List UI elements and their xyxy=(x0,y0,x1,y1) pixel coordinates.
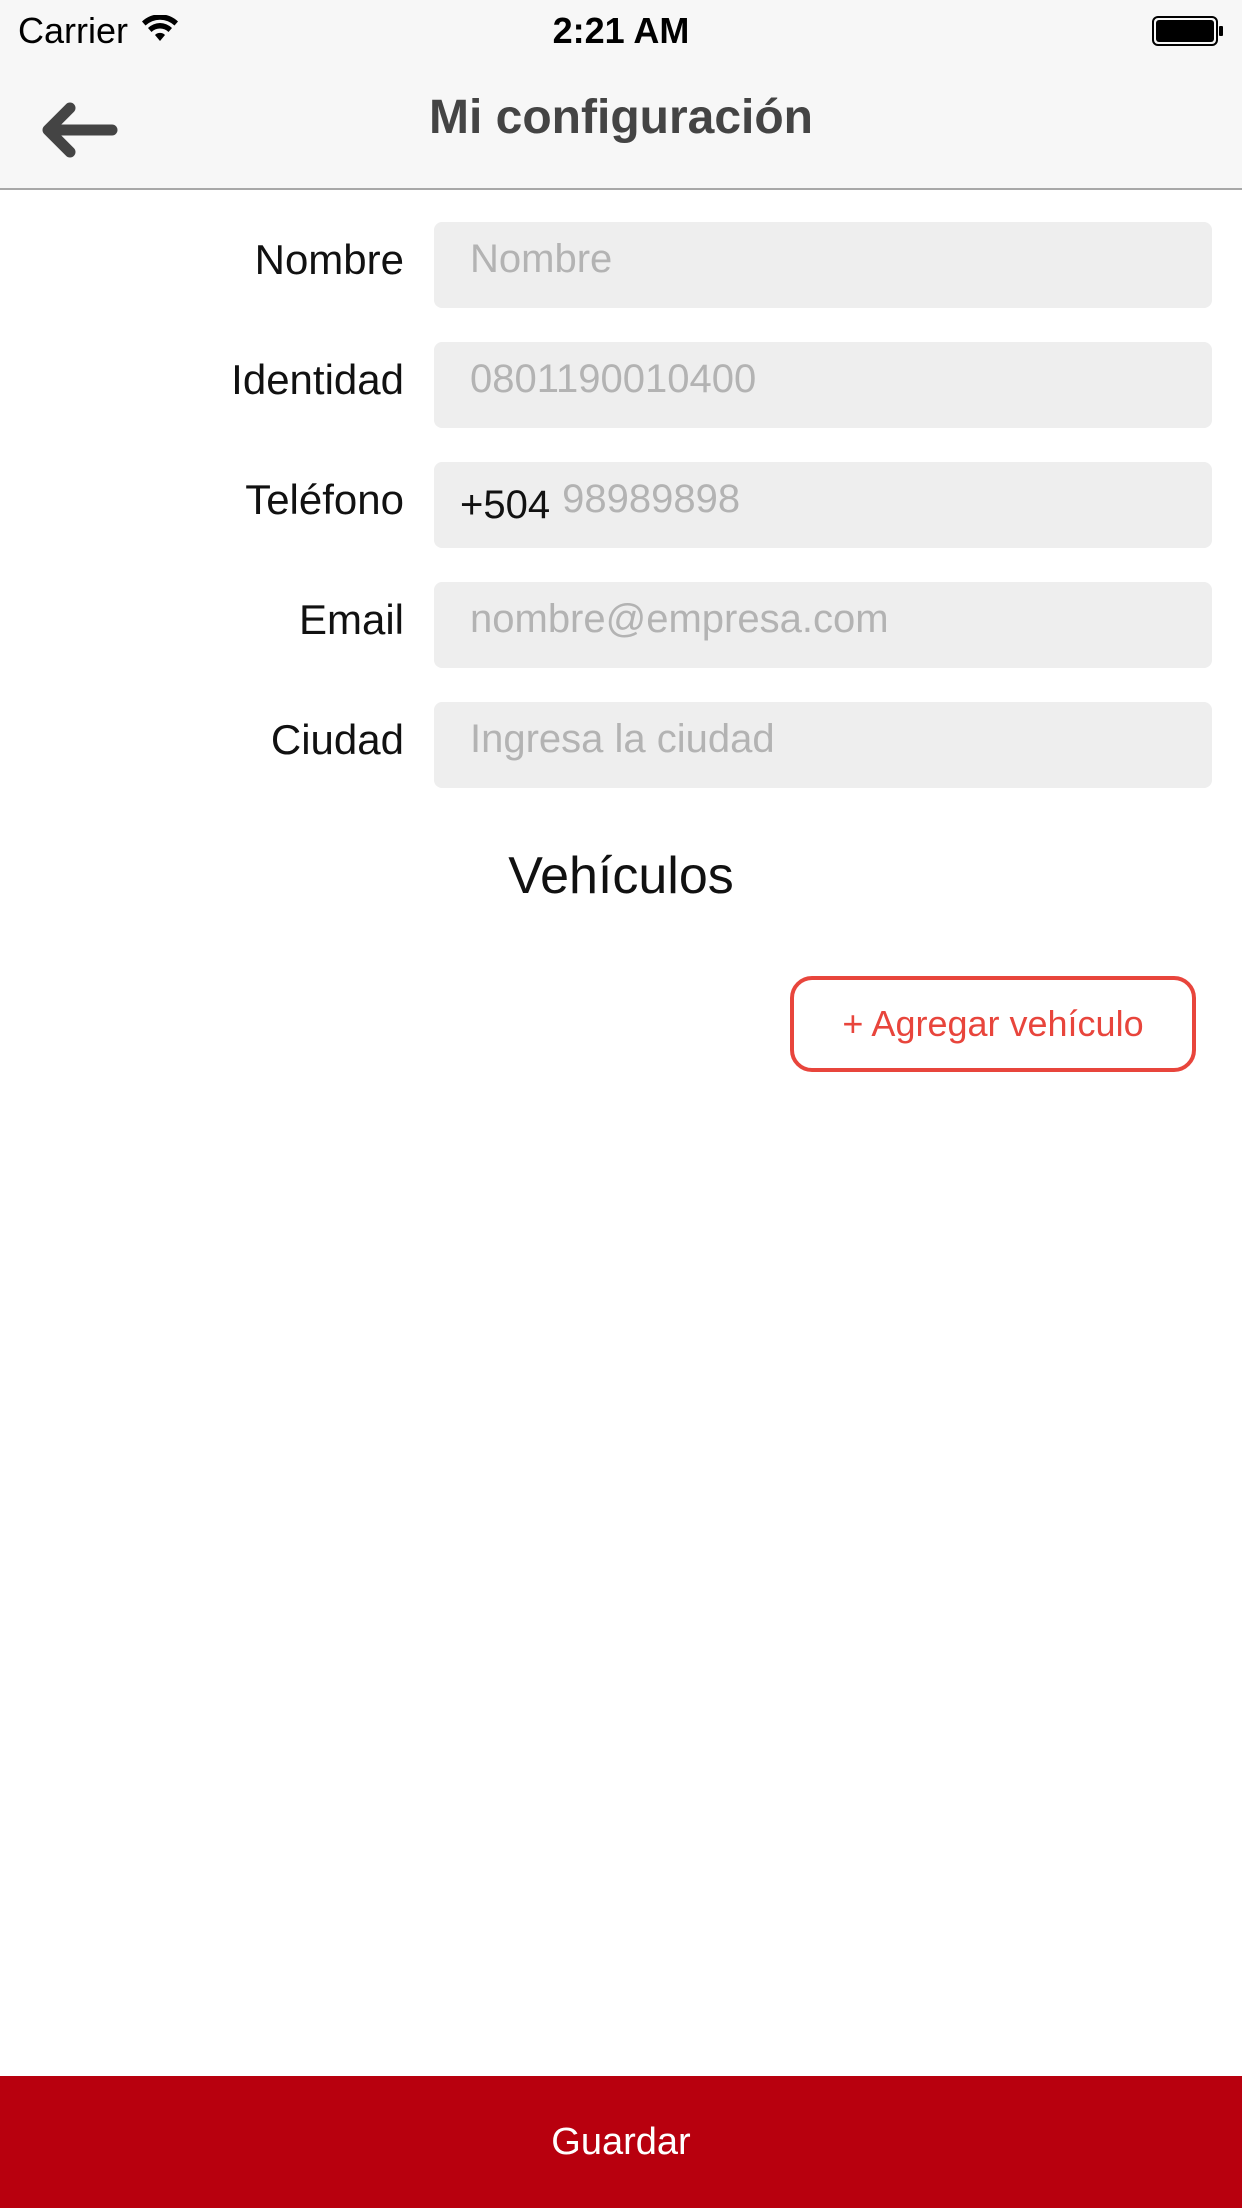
email-input[interactable] xyxy=(470,582,890,662)
identity-input[interactable] xyxy=(470,342,1212,422)
add-vehicle-button[interactable]: + Agregar vehículo xyxy=(790,976,1196,1072)
phone-field[interactable]: +504 xyxy=(434,462,1212,548)
email-row: Email xyxy=(0,582,1242,668)
save-button[interactable]: Guardar xyxy=(0,2076,1242,2208)
phone-row: Teléfono +504 xyxy=(0,462,1242,548)
email-label: Email xyxy=(298,596,404,643)
navigation-bar: Mi configuración xyxy=(0,60,1242,190)
status-bar: Carrier 2:21 AM xyxy=(0,0,1242,60)
identity-label: Identidad xyxy=(231,356,404,403)
city-label: Ciudad xyxy=(270,716,404,763)
battery-icon xyxy=(1152,16,1224,46)
name-row: Nombre xyxy=(0,222,1242,308)
city-row: Ciudad xyxy=(0,702,1242,788)
phone-label: Teléfono xyxy=(245,476,404,523)
name-label: Nombre xyxy=(254,236,404,283)
city-input[interactable] xyxy=(470,702,1212,782)
email-field[interactable] xyxy=(434,582,1212,668)
phone-country-code: +504 xyxy=(460,482,551,527)
identity-row: Identidad xyxy=(0,342,1242,428)
identity-field[interactable] xyxy=(434,342,1212,428)
city-field[interactable] xyxy=(434,702,1212,788)
settings-screen: Carrier 2:21 AM Mi configuración Nombre … xyxy=(0,0,1242,2208)
phone-input[interactable] xyxy=(562,462,1212,542)
name-field[interactable] xyxy=(434,222,1212,308)
status-time: 2:21 AM xyxy=(552,10,690,51)
name-input[interactable] xyxy=(470,222,1212,302)
page-title: Mi configuración xyxy=(429,91,813,144)
vehicles-section-title: Vehículos xyxy=(508,847,734,905)
